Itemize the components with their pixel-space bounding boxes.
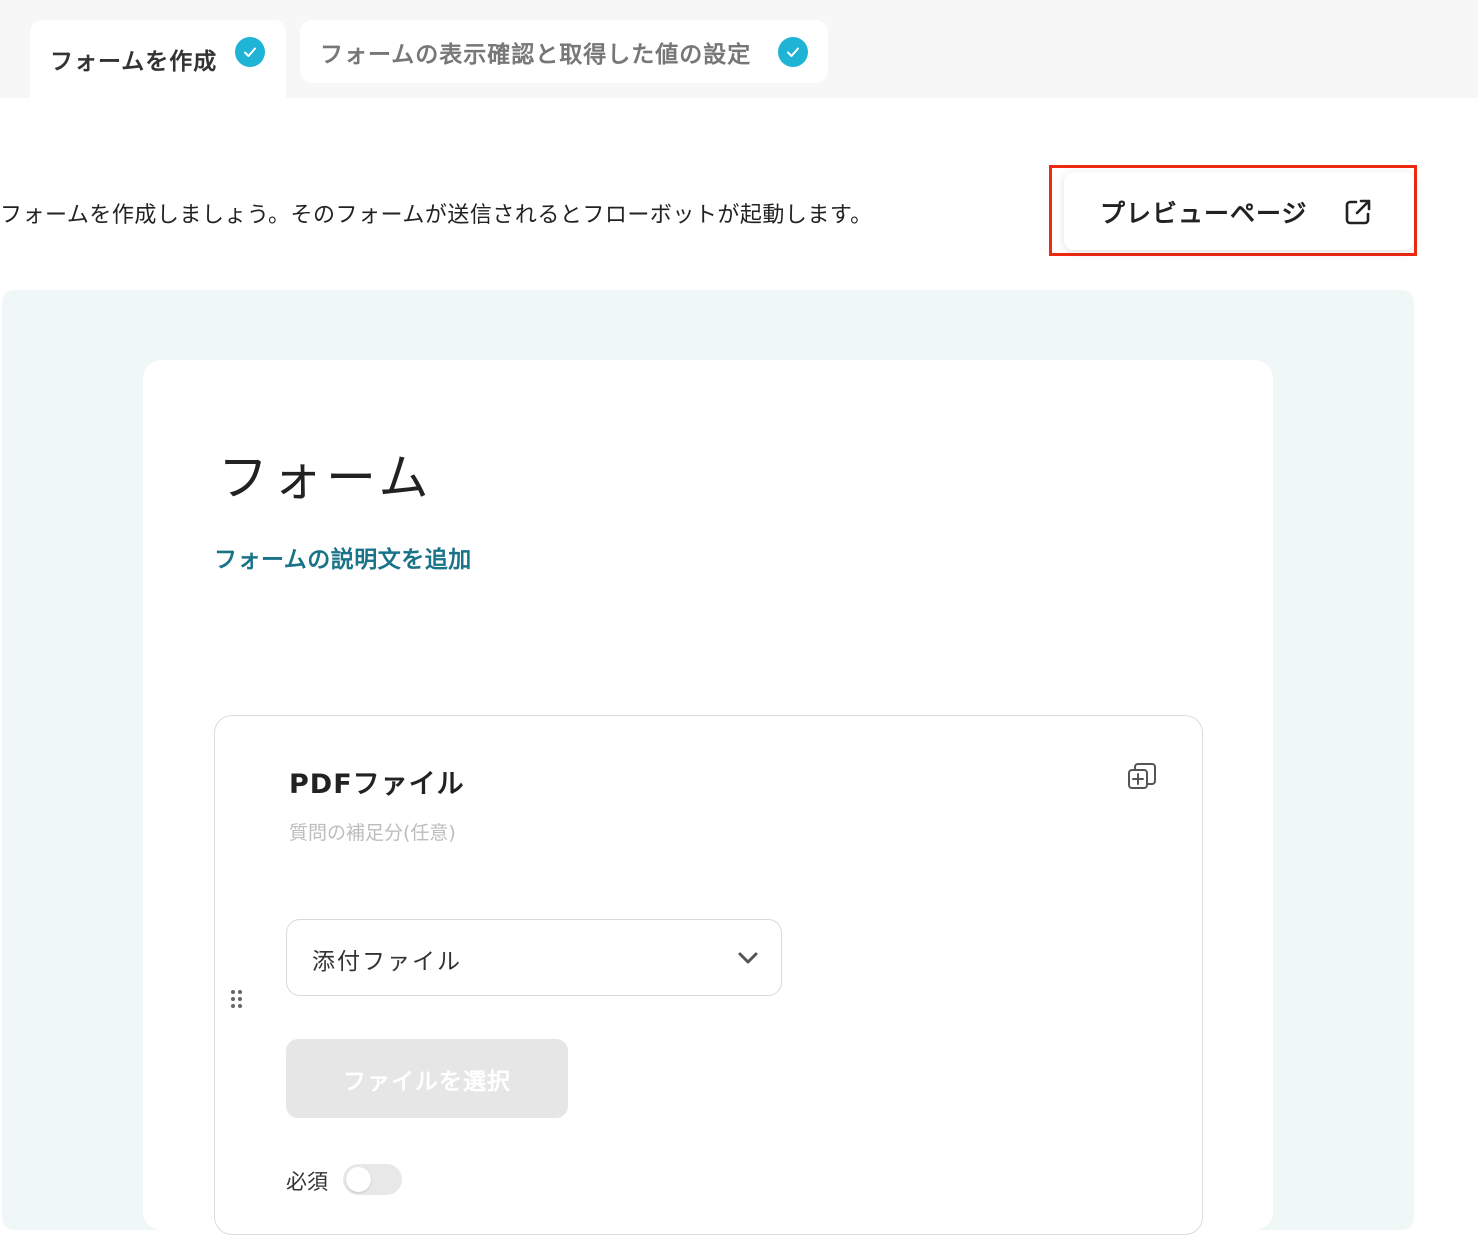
tab-create-form[interactable]: フォームを作成 <box>30 20 286 98</box>
question-description-placeholder[interactable]: 質問の補足分(任意) <box>289 818 456 845</box>
question-type-value: 添付ファイル <box>312 949 462 975</box>
required-label: 必須 <box>286 1170 328 1194</box>
select-file-button[interactable]: ファイルを選択 <box>286 1039 568 1118</box>
duplicate-icon[interactable] <box>1126 761 1158 797</box>
tab-label: フォームの表示確認と取得した値の設定 <box>320 41 752 68</box>
tab-label: フォームを作成 <box>50 49 218 75</box>
form-title[interactable]: フォーム <box>218 438 433 510</box>
drag-handle-icon[interactable] <box>229 988 245 1016</box>
tab-bar: フォームを作成 フォームの表示確認と取得した値の設定 <box>0 0 1478 98</box>
external-link-icon <box>1344 198 1372 232</box>
preview-button-label: プレビューページ <box>1100 199 1308 228</box>
toggle-knob <box>346 1167 371 1192</box>
check-icon <box>235 37 265 67</box>
check-icon <box>778 37 808 67</box>
add-description-link[interactable]: フォームの説明文を追加 <box>214 540 472 574</box>
preview-page-button[interactable]: プレビューページ <box>1064 172 1414 250</box>
tab-confirm-form[interactable]: フォームの表示確認と取得した値の設定 <box>300 20 828 83</box>
chevron-down-icon <box>737 950 759 970</box>
required-toggle[interactable] <box>343 1164 402 1195</box>
question-title[interactable]: PDFファイル <box>289 762 465 801</box>
intro-text: フォームを作成しましょう。そのフォームが送信されるとフローボットが起動します。 <box>0 203 873 228</box>
question-type-select[interactable]: 添付ファイル <box>286 919 782 996</box>
